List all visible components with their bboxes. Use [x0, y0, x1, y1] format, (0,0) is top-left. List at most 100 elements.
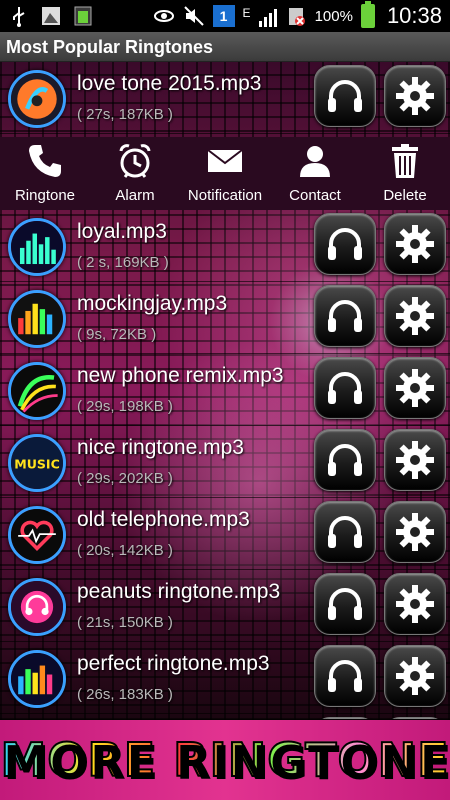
ringtone-name: peanuts ringtone.mp3 — [77, 580, 281, 603]
ringtone-name: loyal.mp3 — [77, 220, 167, 243]
page-title: Most Popular Ringtones — [0, 32, 450, 62]
ringtone-thumbnail: MUSIC — [8, 434, 66, 492]
mute-icon — [183, 6, 204, 26]
settings-button[interactable] — [384, 501, 446, 563]
ringtone-meta: ( 29s, 198KB ) — [77, 398, 173, 415]
ringtone-name: mockingjay.mp3 — [77, 292, 228, 315]
settings-button[interactable] — [384, 573, 446, 635]
ringtone-actions-bar: Ringtone Alarm Notification Contact Dele… — [0, 137, 450, 210]
ringtone-name: new phone remix.mp3 — [77, 364, 284, 387]
ringtone-meta: ( 26s, 183KB ) — [77, 686, 173, 703]
gear-icon — [396, 585, 434, 623]
network-type: E — [242, 6, 251, 20]
play-button[interactable] — [314, 213, 376, 275]
list-item[interactable]: love tone 2015.mp3 ( 27s, 187KB ) — [0, 62, 450, 134]
settings-button[interactable] — [384, 429, 446, 491]
image-notification-icon — [42, 7, 60, 25]
set-alarm-button[interactable]: Alarm — [90, 137, 180, 210]
set-ringtone-button[interactable]: Ringtone — [0, 137, 90, 210]
heart-art-icon — [11, 509, 63, 561]
list-item[interactable]: mockingjay.mp3 ( 9s, 72KB ) — [0, 282, 450, 354]
ringtone-thumbnail — [8, 650, 66, 708]
delete-button[interactable]: Delete — [360, 137, 450, 210]
gear-icon — [396, 441, 434, 479]
action-label: Alarm — [115, 187, 155, 204]
headphones-icon — [328, 80, 362, 112]
headphones-icon — [328, 372, 362, 404]
settings-button[interactable] — [384, 285, 446, 347]
action-label: Delete — [383, 187, 427, 204]
status-bar: 1 E 100% 10:38 — [0, 0, 450, 32]
ringtone-meta: ( 2 s, 169KB ) — [77, 254, 169, 271]
settings-button[interactable] — [384, 213, 446, 275]
headphones-icon — [328, 300, 362, 332]
ringtone-name: nice ringtone.mp3 — [77, 436, 244, 459]
settings-button[interactable] — [384, 65, 446, 127]
battery-icon — [360, 1, 375, 28]
more-ringtone-banner[interactable]: MORE RINGTONE — [0, 720, 450, 800]
banner-text: MORE RINGTONE — [0, 732, 450, 788]
signal-icon — [258, 5, 277, 27]
colorful-eq-art-icon — [11, 653, 63, 705]
headphones-icon — [328, 588, 362, 620]
gear-icon — [396, 369, 434, 407]
sim-badge-icon: 1 — [212, 5, 235, 27]
ringtone-meta: ( 20s, 142KB ) — [77, 542, 173, 559]
play-button[interactable] — [314, 357, 376, 419]
play-button[interactable] — [314, 501, 376, 563]
play-button[interactable] — [314, 285, 376, 347]
settings-button[interactable] — [384, 357, 446, 419]
guitar-art-icon — [11, 73, 63, 125]
list-item[interactable]: old telephone.mp3 ( 20s, 142KB ) — [0, 498, 450, 570]
envelope-icon — [207, 149, 243, 172]
gear-icon — [396, 657, 434, 695]
alarm-clock-icon — [119, 144, 151, 178]
trash-icon — [392, 144, 418, 178]
eye-icon — [153, 10, 174, 22]
battery-full-notification-icon — [74, 6, 92, 26]
pink-headphones-art-icon — [11, 581, 63, 633]
play-button[interactable] — [314, 645, 376, 707]
phone-icon — [29, 145, 61, 177]
ringtone-thumbnail — [8, 506, 66, 564]
headphones-icon — [328, 444, 362, 476]
action-label: Ringtone — [14, 187, 76, 204]
play-button[interactable] — [314, 573, 376, 635]
battery-percent: 100% — [314, 7, 353, 25]
play-button[interactable] — [314, 65, 376, 127]
ringtone-meta: ( 27s, 187KB ) — [77, 106, 173, 123]
list-item[interactable]: loyal.mp3 ( 2 s, 169KB ) — [0, 210, 450, 282]
rainbow-bars-art-icon — [11, 293, 63, 345]
set-notification-button[interactable]: Notification — [180, 137, 270, 210]
gear-icon — [396, 297, 434, 335]
headphones-icon — [328, 660, 362, 692]
person-icon — [300, 146, 330, 177]
action-label: Contact — [289, 187, 341, 204]
headphones-icon — [328, 228, 362, 260]
gear-icon — [396, 225, 434, 263]
set-contact-button[interactable]: Contact — [270, 137, 360, 210]
no-sim-icon — [288, 8, 305, 26]
gear-icon — [396, 513, 434, 551]
ringtone-thumbnail — [8, 70, 66, 128]
ringtone-name: perfect ringtone.mp3 — [77, 652, 270, 675]
svg-text:MUSIC: MUSIC — [14, 456, 60, 471]
ringtone-meta: ( 21s, 150KB ) — [77, 614, 173, 631]
ringtone-name: old telephone.mp3 — [77, 508, 250, 531]
list-item[interactable]: MUSIC nice ringtone.mp3 ( 29s, 202KB ) — [0, 426, 450, 498]
ringtone-meta: ( 9s, 72KB ) — [77, 326, 157, 343]
ringtone-meta: ( 29s, 202KB ) — [77, 470, 173, 487]
list-item[interactable]: peanuts ringtone.mp3 ( 21s, 150KB ) — [0, 570, 450, 642]
play-button[interactable] — [314, 429, 376, 491]
music-text-art-icon: MUSIC — [11, 437, 63, 489]
ringtone-thumbnail — [8, 578, 66, 636]
settings-button[interactable] — [384, 645, 446, 707]
list-item[interactable]: new phone remix.mp3 ( 29s, 198KB ) — [0, 354, 450, 426]
headphones-icon — [328, 516, 362, 548]
ringtone-thumbnail — [8, 362, 66, 420]
equalizer-art-icon — [11, 221, 63, 273]
list-item[interactable]: perfect ringtone.mp3 ( 26s, 183KB ) — [0, 642, 450, 714]
clock: 10:38 — [386, 3, 442, 28]
action-label: Notification — [187, 187, 263, 204]
gear-icon — [396, 77, 434, 115]
